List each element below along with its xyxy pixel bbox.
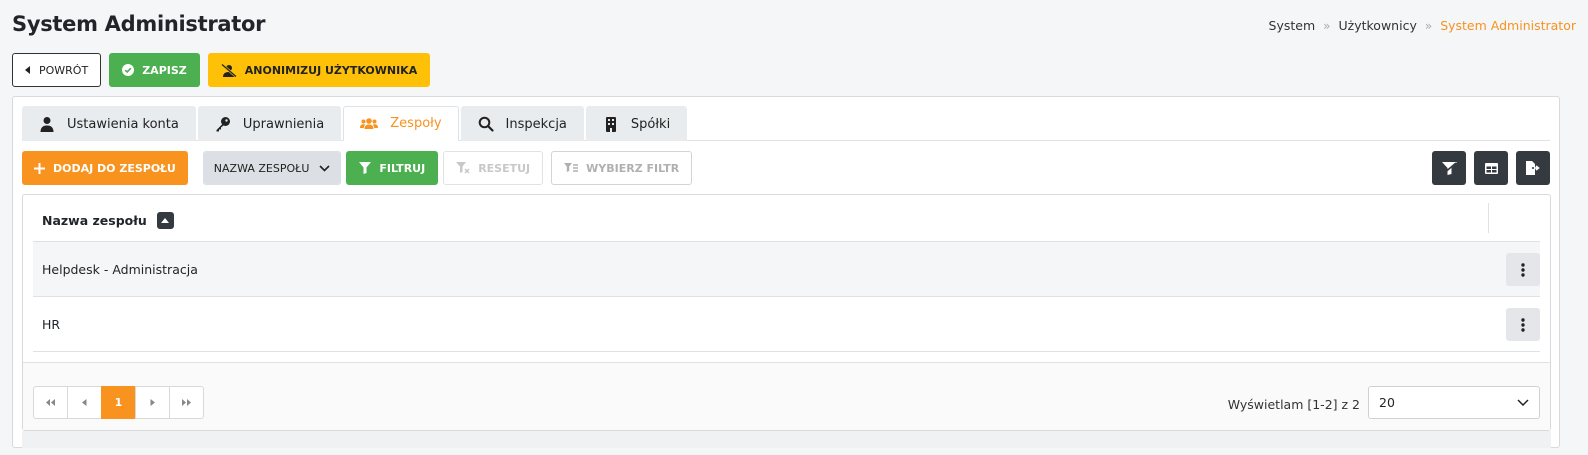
filter-list-icon	[564, 162, 579, 172]
choose-filter-label: WYBIERZ FILTR	[586, 161, 680, 175]
filter-off-icon	[1441, 161, 1457, 175]
choose-filter-button[interactable]: WYBIERZ FILTR	[551, 151, 693, 185]
row-actions-button[interactable]	[1506, 308, 1540, 341]
breadcrumb-item-users[interactable]: Użytkownicy	[1339, 18, 1417, 33]
caret-up-icon	[161, 218, 170, 223]
export-file-icon	[1526, 161, 1540, 175]
table-row[interactable]: HR	[33, 297, 1540, 352]
team-name-cell: HR	[42, 317, 61, 332]
anonymize-user-label: ANONIMIZUJ UŻYTKOWNIKA	[244, 63, 418, 77]
card-bottom-strip	[22, 431, 1551, 448]
breadcrumb-item-system[interactable]: System	[1269, 18, 1316, 33]
breadcrumb-separator-icon: »	[1424, 18, 1433, 33]
action-bar: POWRÓT ZAPISZ ANONIMIZUJ UŻYTKOWNIKA	[12, 53, 431, 87]
tab-label: Spółki	[630, 116, 671, 132]
filter-button-label: FILTRUJ	[379, 161, 426, 175]
last-page-button[interactable]	[169, 386, 204, 419]
team-name-cell: Helpdesk - Administracja	[42, 262, 198, 277]
table-columns-button[interactable]	[1474, 151, 1508, 185]
table-row[interactable]: Helpdesk - Administracja	[33, 242, 1540, 297]
building-icon	[605, 117, 616, 132]
first-page-button[interactable]	[33, 386, 68, 419]
more-vertical-icon	[1521, 262, 1525, 277]
more-vertical-icon	[1521, 317, 1525, 332]
per-page-value: 20	[1379, 395, 1395, 410]
filter-icon	[359, 162, 372, 174]
caret-right-icon	[150, 399, 155, 406]
table-header: Nazwa zespołu	[33, 195, 1540, 242]
sort-ascending-button[interactable]	[156, 212, 174, 229]
search-icon	[478, 116, 494, 132]
caret-left-icon	[82, 399, 87, 406]
check-circle-icon	[122, 64, 135, 76]
row-actions-button[interactable]	[1506, 253, 1540, 286]
tab-account-settings[interactable]: Ustawienia konta	[22, 106, 196, 141]
column-resize-handle[interactable]	[1488, 203, 1489, 233]
key-icon	[216, 117, 230, 132]
add-to-team-label: DODAJ DO ZESPOŁU	[53, 161, 176, 175]
filter-column-select[interactable]: NAZWA ZESPOŁU	[202, 151, 342, 185]
clear-filters-button[interactable]	[1432, 151, 1466, 185]
column-header-team-name[interactable]: Nazwa zespołu	[42, 213, 147, 228]
tab-label: Inspekcja	[505, 116, 567, 132]
main-card: Ustawienia konta Uprawnienia Zespoły Ins…	[12, 96, 1560, 448]
table-columns-icon	[1484, 162, 1498, 174]
tab-inspection[interactable]: Inspekcja	[460, 106, 584, 141]
page-title: System Administrator	[12, 12, 266, 36]
tab-permissions[interactable]: Uprawnienia	[197, 106, 342, 141]
table-toolbar: DODAJ DO ZESPOŁU NAZWA ZESPOŁU FILTRUJ R…	[22, 151, 1550, 185]
users-icon	[360, 117, 379, 129]
tab-companies[interactable]: Spółki	[585, 106, 688, 141]
breadcrumb: System » Użytkownicy » System Administra…	[1269, 18, 1576, 33]
table-footer: 1 Wyświetlam [1-2] z 2 20	[23, 362, 1550, 430]
add-to-team-button[interactable]: DODAJ DO ZESPOŁU	[22, 151, 188, 185]
double-caret-left-icon	[46, 399, 55, 406]
user-slash-icon	[220, 63, 237, 77]
filter-button[interactable]: FILTRUJ	[346, 151, 439, 185]
page-button-current[interactable]: 1	[101, 386, 136, 419]
breadcrumb-separator-icon: »	[1323, 18, 1331, 33]
pagination: 1	[33, 386, 204, 419]
tab-bar: Ustawienia konta Uprawnienia Zespoły Ins…	[22, 106, 1550, 141]
tab-label: Ustawienia konta	[67, 116, 179, 132]
tab-label: Zespoły	[390, 116, 442, 131]
reset-filter-button[interactable]: RESETUJ	[443, 151, 544, 185]
save-button[interactable]: ZAPISZ	[109, 53, 200, 87]
chevron-down-icon	[319, 164, 330, 172]
chevron-down-icon	[1517, 399, 1529, 406]
back-button-label: POWRÓT	[39, 63, 89, 77]
double-caret-right-icon	[182, 399, 191, 406]
back-button[interactable]: POWRÓT	[12, 53, 102, 87]
records-count-text: Wyświetlam [1-2] z 2	[1227, 397, 1360, 412]
user-icon	[40, 117, 54, 132]
anonymize-user-button[interactable]: ANONIMIZUJ UŻYTKOWNIKA	[207, 53, 431, 87]
save-button-label: ZAPISZ	[142, 63, 187, 77]
caret-left-icon	[25, 66, 30, 74]
previous-page-button[interactable]	[67, 386, 102, 419]
export-button[interactable]	[1516, 151, 1550, 185]
plus-icon	[34, 162, 45, 174]
next-page-button[interactable]	[135, 386, 170, 419]
breadcrumb-item-current: System Administrator	[1440, 18, 1576, 33]
filter-reset-icon	[456, 162, 470, 174]
tab-label: Uprawnienia	[242, 116, 325, 132]
per-page-select[interactable]: 20	[1368, 386, 1540, 419]
teams-table: Nazwa zespołu Helpdesk - Administracja H…	[22, 194, 1551, 431]
filter-column-value: NAZWA ZESPOŁU	[213, 161, 310, 175]
tab-teams[interactable]: Zespoły	[343, 106, 459, 141]
reset-filter-label: RESETUJ	[478, 161, 531, 175]
